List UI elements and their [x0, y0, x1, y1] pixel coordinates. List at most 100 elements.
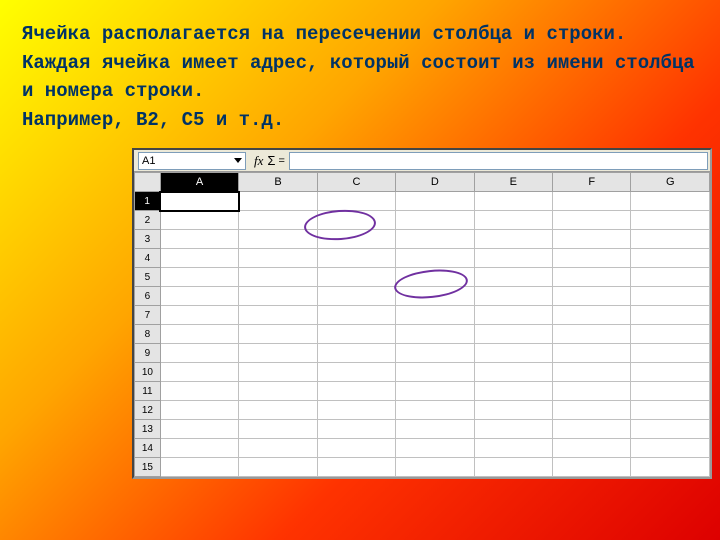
row-header-14[interactable]: 14 — [135, 439, 161, 458]
cell-A4[interactable] — [160, 249, 238, 268]
cell-D2[interactable] — [396, 211, 474, 230]
cell-D1[interactable] — [396, 192, 474, 211]
row-header-3[interactable]: 3 — [135, 230, 161, 249]
cell-D15[interactable] — [396, 458, 474, 477]
cell-F10[interactable] — [553, 363, 631, 382]
cell-B15[interactable] — [239, 458, 317, 477]
spreadsheet-grid[interactable]: A B C D E F G 123456789101112131415 — [134, 172, 710, 477]
col-header-E[interactable]: E — [474, 173, 552, 192]
cell-G4[interactable] — [631, 249, 710, 268]
cell-F6[interactable] — [553, 287, 631, 306]
cell-B11[interactable] — [239, 382, 317, 401]
row-header-1[interactable]: 1 — [135, 192, 161, 211]
cell-C3[interactable] — [317, 230, 395, 249]
cell-E12[interactable] — [474, 401, 552, 420]
cell-D5[interactable] — [396, 268, 474, 287]
cell-C7[interactable] — [317, 306, 395, 325]
cell-E13[interactable] — [474, 420, 552, 439]
cell-A7[interactable] — [160, 306, 238, 325]
cell-B9[interactable] — [239, 344, 317, 363]
cell-A11[interactable] — [160, 382, 238, 401]
row-header-6[interactable]: 6 — [135, 287, 161, 306]
select-all-corner[interactable] — [135, 173, 161, 192]
cell-E14[interactable] — [474, 439, 552, 458]
cell-B14[interactable] — [239, 439, 317, 458]
cell-B2[interactable] — [239, 211, 317, 230]
cell-G6[interactable] — [631, 287, 710, 306]
cell-G3[interactable] — [631, 230, 710, 249]
cell-B5[interactable] — [239, 268, 317, 287]
cell-F13[interactable] — [553, 420, 631, 439]
cell-C10[interactable] — [317, 363, 395, 382]
cell-C15[interactable] — [317, 458, 395, 477]
cell-E6[interactable] — [474, 287, 552, 306]
formula-input[interactable] — [289, 152, 708, 170]
col-header-G[interactable]: G — [631, 173, 710, 192]
cell-A12[interactable] — [160, 401, 238, 420]
cell-E10[interactable] — [474, 363, 552, 382]
cell-E5[interactable] — [474, 268, 552, 287]
col-header-D[interactable]: D — [396, 173, 474, 192]
col-header-F[interactable]: F — [553, 173, 631, 192]
cell-G5[interactable] — [631, 268, 710, 287]
row-header-2[interactable]: 2 — [135, 211, 161, 230]
cell-D8[interactable] — [396, 325, 474, 344]
row-header-15[interactable]: 15 — [135, 458, 161, 477]
cell-G12[interactable] — [631, 401, 710, 420]
cell-F5[interactable] — [553, 268, 631, 287]
cell-A2[interactable] — [160, 211, 238, 230]
fx-icon[interactable]: fx — [254, 153, 263, 169]
cell-F7[interactable] — [553, 306, 631, 325]
cell-E4[interactable] — [474, 249, 552, 268]
cell-D13[interactable] — [396, 420, 474, 439]
cell-C11[interactable] — [317, 382, 395, 401]
cell-B8[interactable] — [239, 325, 317, 344]
cell-G10[interactable] — [631, 363, 710, 382]
col-header-B[interactable]: B — [239, 173, 317, 192]
cell-B13[interactable] — [239, 420, 317, 439]
cell-G1[interactable] — [631, 192, 710, 211]
cell-C13[interactable] — [317, 420, 395, 439]
col-header-C[interactable]: C — [317, 173, 395, 192]
cell-G15[interactable] — [631, 458, 710, 477]
equals-icon[interactable]: = — [278, 155, 284, 167]
cell-C1[interactable] — [317, 192, 395, 211]
cell-F9[interactable] — [553, 344, 631, 363]
col-header-A[interactable]: A — [160, 173, 238, 192]
cell-F2[interactable] — [553, 211, 631, 230]
cell-A10[interactable] — [160, 363, 238, 382]
cell-D6[interactable] — [396, 287, 474, 306]
cell-G9[interactable] — [631, 344, 710, 363]
cell-A8[interactable] — [160, 325, 238, 344]
cell-A14[interactable] — [160, 439, 238, 458]
cell-F12[interactable] — [553, 401, 631, 420]
cell-C8[interactable] — [317, 325, 395, 344]
cell-E7[interactable] — [474, 306, 552, 325]
cell-F4[interactable] — [553, 249, 631, 268]
cell-G8[interactable] — [631, 325, 710, 344]
cell-G7[interactable] — [631, 306, 710, 325]
row-header-10[interactable]: 10 — [135, 363, 161, 382]
cell-D4[interactable] — [396, 249, 474, 268]
cell-D10[interactable] — [396, 363, 474, 382]
cell-C12[interactable] — [317, 401, 395, 420]
cell-A13[interactable] — [160, 420, 238, 439]
cell-C5[interactable] — [317, 268, 395, 287]
row-header-7[interactable]: 7 — [135, 306, 161, 325]
cell-A3[interactable] — [160, 230, 238, 249]
cell-B4[interactable] — [239, 249, 317, 268]
cell-D9[interactable] — [396, 344, 474, 363]
cell-D14[interactable] — [396, 439, 474, 458]
cell-D11[interactable] — [396, 382, 474, 401]
cell-E3[interactable] — [474, 230, 552, 249]
cell-B6[interactable] — [239, 287, 317, 306]
cell-F8[interactable] — [553, 325, 631, 344]
cell-E2[interactable] — [474, 211, 552, 230]
cell-G14[interactable] — [631, 439, 710, 458]
cell-A9[interactable] — [160, 344, 238, 363]
cell-D12[interactable] — [396, 401, 474, 420]
cell-F3[interactable] — [553, 230, 631, 249]
cell-C4[interactable] — [317, 249, 395, 268]
cell-G13[interactable] — [631, 420, 710, 439]
cell-A5[interactable] — [160, 268, 238, 287]
